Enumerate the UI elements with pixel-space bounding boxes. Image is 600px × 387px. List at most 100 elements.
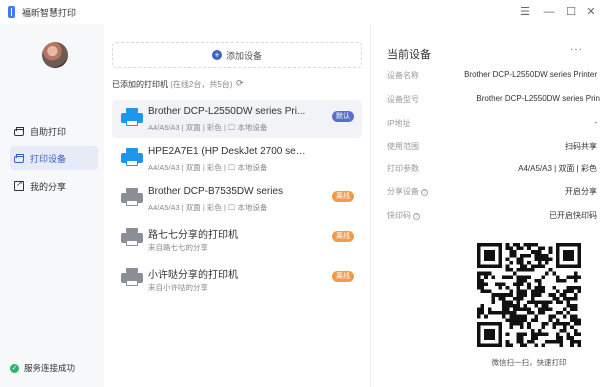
qr-module	[559, 311, 564, 315]
qr-module	[566, 296, 571, 301]
qr-module	[477, 325, 481, 330]
menu-icon[interactable]: ☰	[517, 4, 533, 20]
qr-module	[555, 246, 560, 251]
qr-module	[491, 293, 495, 297]
sidebar-item-label: 打印设备	[30, 153, 67, 164]
qr-module	[555, 300, 560, 304]
refresh-icon[interactable]: ⟳	[236, 78, 244, 89]
qr-module	[555, 275, 560, 279]
qr-module	[563, 264, 567, 269]
qr-module	[505, 275, 510, 279]
sidebar-item-self-print[interactable]: 自助打印	[10, 119, 98, 143]
qr-module	[527, 246, 531, 251]
qr-module	[534, 278, 538, 283]
qr-module	[505, 293, 510, 297]
row-value[interactable]: A4/A5/A3 | 双面 | 彩色	[518, 163, 597, 174]
qr-module	[505, 339, 510, 344]
qr-module	[541, 257, 546, 261]
qr-module	[555, 321, 560, 326]
qr-module	[555, 260, 560, 265]
status-text: 服务连接成功	[24, 363, 76, 373]
qr-module	[534, 303, 538, 308]
help-icon[interactable]: ?	[413, 213, 420, 220]
row-value[interactable]: 开启分享	[565, 186, 597, 197]
qr-module	[534, 336, 538, 340]
qr-module	[566, 321, 571, 326]
qr-module	[498, 332, 503, 337]
qr-module	[545, 339, 549, 344]
qr-module	[502, 296, 506, 301]
printer-item[interactable]: Brother DCP-B7535DW series A4/A5/A3 | 双面…	[112, 180, 362, 218]
sidebar-item-my-shares[interactable]: 我的分享	[10, 174, 98, 198]
qr-module	[502, 293, 506, 297]
qr-module	[484, 282, 488, 287]
minimize-button[interactable]: —	[541, 4, 557, 20]
printer-name: Brother DCP-B7535DW series	[148, 186, 284, 197]
qr-module	[577, 332, 581, 337]
qr-module	[530, 336, 535, 340]
qr-module	[484, 250, 488, 254]
qr-module	[477, 321, 481, 326]
qr-module	[512, 282, 517, 287]
qr-module	[502, 314, 506, 319]
printer-item[interactable]: Brother DCP-L2550DW series Pri... A4/A5/…	[112, 100, 362, 138]
qr-module	[559, 264, 564, 269]
printer-item[interactable]: 路七七分享的打印机 来自路七七的分享 离线	[112, 220, 362, 258]
qr-module	[523, 343, 528, 347]
qr-module	[563, 296, 567, 301]
qr-module	[541, 343, 546, 347]
qr-module	[577, 264, 581, 269]
qr-module	[512, 271, 517, 276]
sidebar-item-print-devices[interactable]: 打印设备	[10, 146, 98, 170]
qr-module	[534, 289, 538, 294]
qr-module	[484, 289, 488, 294]
qr-module	[541, 300, 546, 304]
qr-module	[537, 264, 542, 269]
qr-module	[537, 332, 542, 337]
printer-item[interactable]: HPE2A7E1 (HP DeskJet 2700 seri... A4/A5/…	[112, 140, 362, 178]
qr-module	[566, 332, 571, 337]
qr-module	[555, 289, 560, 294]
qr-module	[505, 286, 510, 290]
qr-module	[520, 257, 524, 261]
avatar[interactable]	[42, 42, 68, 68]
detail-row-quick-code: 快印码? 已开启快印码	[387, 210, 600, 222]
qr-module	[570, 250, 574, 254]
qr-module	[555, 250, 560, 254]
maximize-button[interactable]: ☐	[563, 4, 579, 20]
printer-name: Brother DCP-L2550DW series Pri...	[148, 106, 306, 117]
help-icon[interactable]: ?	[421, 189, 428, 196]
qr-module	[487, 311, 492, 315]
qr-module	[534, 257, 538, 261]
qr-module	[477, 260, 481, 265]
qr-module	[494, 293, 499, 297]
row-value[interactable]: 已开启快印码	[549, 210, 597, 221]
qr-module	[505, 343, 510, 347]
qr-module	[509, 260, 513, 265]
qr-module	[509, 268, 513, 272]
row-value[interactable]: 扫码共享	[565, 141, 597, 152]
row-value: -	[594, 118, 597, 127]
qr-module	[512, 321, 517, 326]
qr-module	[573, 307, 578, 312]
qr-module	[527, 300, 531, 304]
qr-module	[491, 343, 495, 347]
qr-module	[577, 275, 581, 279]
qr-module	[570, 264, 574, 269]
qr-module	[480, 271, 485, 276]
qr-module	[573, 332, 578, 337]
add-device-button[interactable]: + 添加设备	[112, 42, 362, 68]
qr-module	[534, 318, 538, 322]
printer-item[interactable]: 小许哒分享的打印机 来自小许哒的分享 离线	[112, 260, 362, 298]
qr-module	[512, 303, 517, 308]
qr-module	[516, 303, 521, 308]
more-icon[interactable]: ···	[570, 44, 583, 55]
qr-module	[566, 300, 571, 304]
qr-module	[559, 321, 564, 326]
close-button[interactable]: ✕	[583, 4, 599, 20]
qr-module	[487, 343, 492, 347]
qr-module	[537, 278, 542, 283]
qr-module	[480, 286, 485, 290]
qr-module	[520, 343, 524, 347]
qr-module	[498, 325, 503, 330]
